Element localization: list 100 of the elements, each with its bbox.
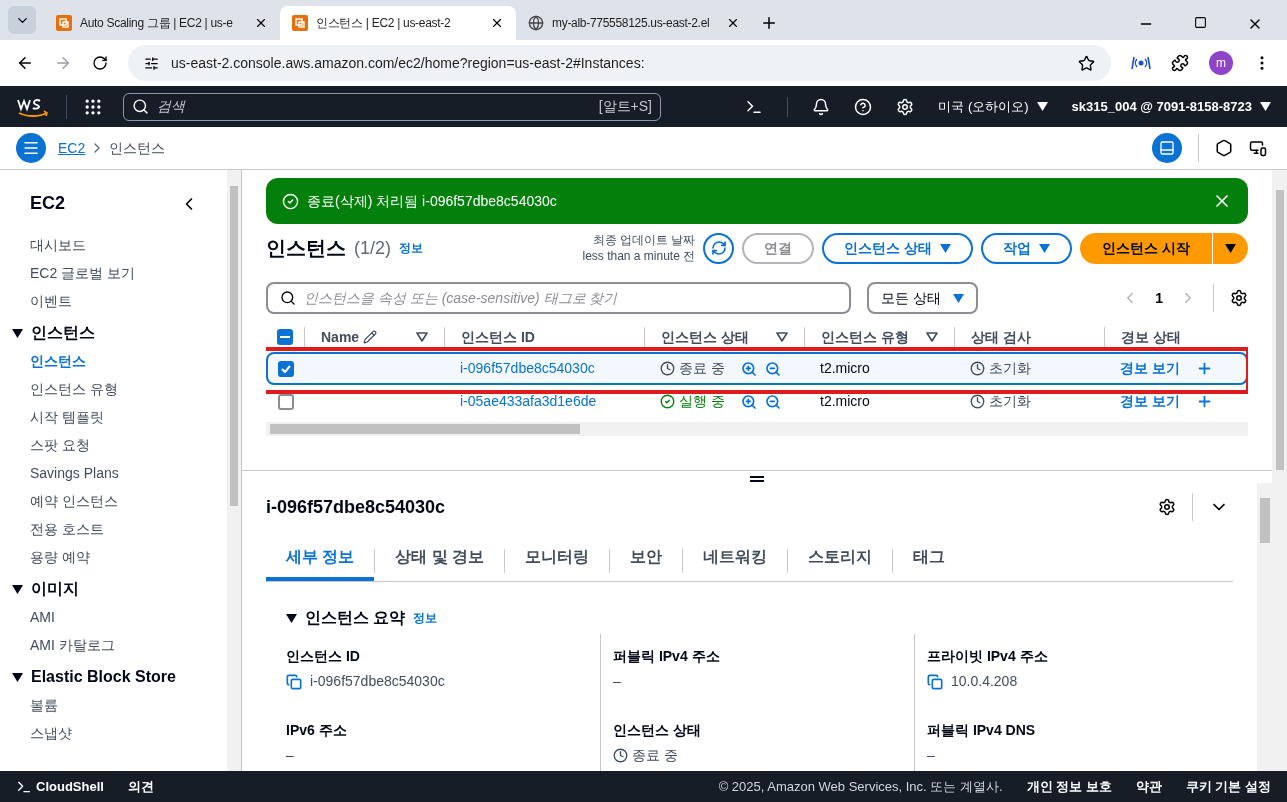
sidebar-item[interactable]: 시작 템플릿 [0, 403, 228, 431]
profile-avatar[interactable]: m [1209, 51, 1233, 75]
checkbox[interactable] [278, 360, 294, 377]
sidebar-item[interactable]: 스팟 요청 [0, 431, 228, 459]
field-label: 프라이빗 IPv4 주소 [927, 647, 1049, 666]
table-row[interactable]: i-05ae433afa3d1e6de 실행 중 t2.micro 초기화 경보 보기 [266, 385, 1248, 418]
back-icon[interactable] [16, 54, 34, 72]
tab[interactable]: 보안 [610, 541, 683, 581]
settings-icon[interactable] [896, 97, 915, 116]
region-menu[interactable]: 미국 (오하이오) [938, 96, 1048, 117]
column-label: 상태 검사 [971, 327, 1031, 347]
info-link[interactable]: 정보 [399, 239, 423, 257]
bookmark-icon[interactable] [1078, 54, 1095, 72]
sidebar-item[interactable]: EC2 글로벌 보기 [0, 259, 228, 287]
sidebar-item[interactable]: AMI 카탈로그 [0, 631, 228, 659]
checkbox[interactable] [277, 329, 293, 345]
caret-icon [12, 328, 23, 338]
filter-icon[interactable] [926, 332, 938, 342]
footer-link[interactable]: 개인 정보 보호 [1026, 776, 1112, 797]
sidebar-item[interactable]: 스냅샷 [0, 719, 228, 747]
new-tab-icon[interactable] [760, 14, 778, 32]
status-check: 초기화 [989, 359, 1031, 378]
tab[interactable]: 태그 [893, 541, 966, 581]
instance-id-link[interactable]: i-05ae433afa3d1e6de [460, 393, 597, 409]
launch-button[interactable]: 인스턴스 시작 [1080, 232, 1212, 264]
sidebar-item[interactable]: 대시보드 [0, 231, 228, 259]
info-link[interactable]: 정보 [413, 609, 438, 627]
view-alarms-link[interactable]: 경보 보기 [1120, 391, 1180, 412]
tab[interactable]: 스토리지 [788, 541, 893, 581]
sidebar-item[interactable]: 이벤트 [0, 287, 228, 315]
close-icon[interactable] [254, 16, 268, 30]
sidebar-item[interactable]: 용량 예약 [0, 543, 228, 571]
monitor-icon[interactable] [1249, 139, 1267, 157]
table-row[interactable]: i-096f57dbe8c54030c 종료 중 t2.micro 초기화 경보 보기 [266, 352, 1248, 385]
close-icon[interactable] [490, 16, 504, 30]
caret-icon [12, 672, 23, 682]
field-label: 퍼블릭 IPv4 DNS [927, 721, 1037, 740]
panel-button[interactable] [1152, 133, 1182, 163]
sidebar-section[interactable]: 인스턴스 [0, 319, 95, 347]
state-filter[interactable]: 모든 상태 [867, 282, 978, 314]
menu-button[interactable] [16, 133, 46, 163]
tab[interactable]: 모니터링 [505, 541, 610, 581]
last-updated-text: 최종 업데이트 날짜 [591, 232, 696, 248]
instance-id-link[interactable]: i-096f57dbe8c54030c [460, 360, 595, 376]
sidebar-item[interactable]: 인스턴스 [0, 347, 228, 375]
refresh-icon [710, 240, 727, 256]
sidebar-item[interactable]: 볼륨 [0, 691, 228, 719]
extension-icon[interactable] [1131, 55, 1151, 71]
zoom-in-icon[interactable] [740, 393, 757, 410]
cloudshell-button[interactable]: CloudShell [16, 776, 104, 797]
maximize-icon[interactable] [1194, 16, 1207, 29]
browser-tab[interactable]: my-alb-775558125.us-east-2.el [516, 6, 752, 40]
puzzle-icon[interactable] [1171, 54, 1189, 72]
filter-icon[interactable] [776, 332, 788, 342]
last-updated-text: less than a minute 전 [582, 248, 696, 264]
sidebar-item[interactable]: 전용 호스트 [0, 515, 228, 543]
close-icon[interactable] [726, 16, 740, 30]
column-label: 인스턴스 ID [461, 327, 535, 347]
copy-icon[interactable] [927, 673, 943, 690]
sidebar-section[interactable]: Elastic Block Store [0, 663, 176, 691]
reload-icon[interactable] [92, 55, 108, 71]
instance-state: 종료 중 [679, 359, 725, 378]
search-field[interactable]: 인스턴스을 속성 또는 (case-sensitive) 태그로 찾기 [266, 282, 851, 314]
browser-tab[interactable]: Auto Scaling 그룹 | EC2 | us-e [44, 6, 280, 40]
page-number[interactable]: 1 [1155, 287, 1163, 309]
zoom-out-icon[interactable] [764, 360, 781, 377]
tab[interactable]: 세부 정보 [266, 541, 375, 581]
footer-link[interactable]: 쿠키 기본 설정 [1185, 776, 1271, 797]
address-bar[interactable]: us-east-2.console.aws.amazon.com/ec2/home?region=us-east-2#Instances: [128, 45, 1111, 81]
resize-handle[interactable] [750, 475, 764, 483]
notification-icon[interactable] [812, 97, 831, 116]
browser-tab[interactable]: 인스턴스 | EC2 | us-east-2 [280, 6, 516, 40]
breadcrumb-link[interactable]: EC2 [58, 137, 86, 159]
search-field[interactable]: 검색 [알트+S] [123, 92, 661, 121]
dropdown-button[interactable]: 작업 [981, 232, 1073, 264]
account-menu[interactable]: sk315_004 @ 7091-8158-8723 [1071, 96, 1271, 117]
hexagon-icon[interactable] [1215, 139, 1233, 157]
forward-icon[interactable] [54, 54, 72, 72]
footer-link[interactable]: 약관 [1135, 776, 1162, 797]
settings-icon[interactable] [1158, 498, 1176, 516]
zoom-out-icon[interactable] [764, 393, 781, 410]
refresh-button[interactable] [703, 232, 735, 264]
sidebar-item[interactable]: 예약 인스턴스 [0, 487, 228, 515]
tab[interactable]: 네트워킹 [683, 541, 788, 581]
sidebar-item[interactable]: Savings Plans [0, 459, 228, 487]
settings-icon[interactable] [1230, 289, 1248, 307]
field-value: i-096f57dbe8c54030c [310, 672, 445, 691]
feedback-link[interactable]: 의견 [127, 776, 154, 797]
launch-menu-button[interactable] [1212, 232, 1248, 264]
help-icon[interactable] [854, 97, 873, 116]
dropdown-button[interactable]: 인스턴스 상태 [822, 232, 974, 264]
copy-icon[interactable] [286, 673, 302, 690]
view-alarms-link[interactable]: 경보 보기 [1120, 358, 1180, 379]
sidebar-section[interactable]: 이미지 [0, 575, 79, 603]
filter-icon[interactable] [416, 332, 428, 342]
tab-title: my-alb-775558125.us-east-2.el [552, 15, 711, 32]
tab[interactable]: 상태 및 경보 [375, 541, 505, 581]
sidebar-item[interactable]: AMI [0, 603, 228, 631]
zoom-in-icon[interactable] [740, 360, 757, 377]
sidebar-item[interactable]: 인스턴스 유형 [0, 375, 228, 403]
